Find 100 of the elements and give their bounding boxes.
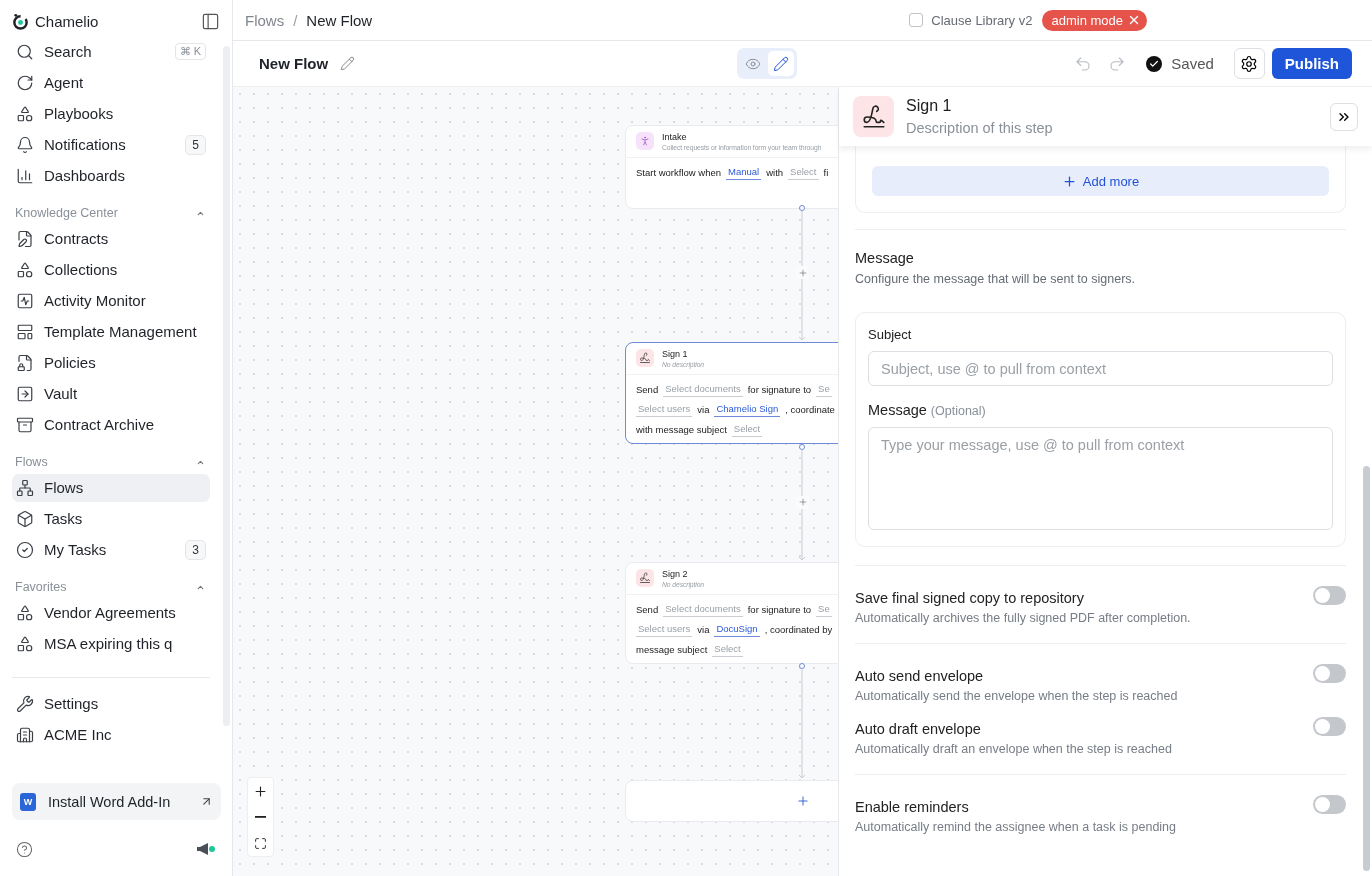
plus-icon	[253, 783, 268, 799]
sidebar-item[interactable]: Template Management	[12, 317, 210, 346]
setting-description: Automatically remind the assignee when a task is pending	[855, 820, 1176, 834]
edit-mode-button[interactable]	[768, 51, 795, 76]
setting-description: Automatically archives the fully signed PDF after completion.	[855, 611, 1191, 625]
step-text: fi	[823, 167, 829, 178]
close-icon[interactable]	[1127, 13, 1141, 27]
signature-icon	[636, 569, 654, 587]
step-text: for signature to	[747, 604, 812, 615]
install-addin-button[interactable]: W Install Word Add-In	[12, 783, 221, 820]
publish-button[interactable]: Publish	[1271, 48, 1352, 79]
scrollbar[interactable]	[1363, 466, 1370, 871]
bell-icon	[16, 135, 34, 154]
sidebar-item[interactable]: Settings	[12, 689, 210, 718]
brand-name: Chamelio	[35, 12, 99, 30]
sidebar-item[interactable]: Tasks	[12, 504, 210, 533]
select-field[interactable]: DocuSign	[714, 622, 760, 637]
settings-button[interactable]	[1233, 48, 1265, 79]
breadcrumb-separator: /	[293, 11, 298, 29]
step-text: Send	[636, 604, 659, 615]
toggle-switch[interactable]	[1313, 664, 1346, 683]
setting-label: Auto draft envelope	[855, 721, 982, 737]
add-more-button[interactable]: Add more	[872, 166, 1329, 196]
section-title: Favorites	[15, 580, 67, 594]
sidebar-toggle-icon[interactable]	[201, 11, 220, 31]
admin-mode-badge: admin mode	[1042, 9, 1147, 31]
sidebar-item[interactable]: Agent	[12, 68, 210, 97]
breadcrumb-link[interactable]: New Flow	[306, 11, 373, 29]
section-description: Configure the message that will be sent to signers.	[855, 272, 1136, 286]
toggle-switch[interactable]	[1313, 586, 1346, 605]
select-field[interactable]: Manual	[726, 165, 762, 180]
arrow-box-icon	[16, 384, 34, 403]
section-title: Knowledge Center	[15, 206, 118, 220]
document-lock-icon	[16, 353, 34, 372]
edit-icon[interactable]	[340, 56, 356, 71]
collapse-panel-button[interactable]	[1330, 102, 1358, 131]
step-title: Sign 1	[662, 349, 689, 359]
chart-icon	[16, 166, 34, 185]
step-text: , coordinated by	[764, 624, 833, 635]
megaphone-icon[interactable]	[196, 842, 216, 856]
sidebar-item[interactable]: Notifications 5	[12, 130, 210, 159]
document-pen-icon	[16, 229, 34, 248]
step-text: Send	[636, 384, 659, 395]
plus-icon	[1061, 173, 1077, 189]
sidebar-item[interactable]: Vault	[12, 379, 210, 408]
step-title: Sign 2	[662, 569, 689, 579]
field-label: Message	[868, 402, 927, 418]
plus-icon	[796, 794, 810, 808]
plus-icon	[797, 497, 808, 507]
sidebar-item[interactable]: Vendor Agreements	[12, 598, 210, 627]
sidebar-item[interactable]: Policies	[12, 348, 210, 377]
step-text: message subject	[636, 644, 708, 655]
setting-description: Automatically send the envelope when the step is reached	[855, 689, 1178, 703]
setting-label: Enable reminders	[855, 799, 970, 815]
step-title: Sign 1	[906, 96, 953, 115]
sidebar-item[interactable]: Contracts	[12, 224, 210, 253]
pencil-icon	[773, 55, 790, 72]
message-field[interactable]: Type your message, use @ to pull from context	[868, 427, 1333, 530]
subject-field[interactable]: Subject, use @ to pull from context	[868, 351, 1333, 386]
checkbox[interactable]	[909, 13, 924, 27]
shapes-icon	[16, 260, 34, 279]
count-badge: 5	[185, 134, 206, 155]
field-label: Subject	[868, 327, 913, 342]
step-text: with message subject	[636, 424, 727, 435]
sidebar-item[interactable]: My Tasks 3	[12, 535, 210, 564]
sidebar-item[interactable]: Dashboards	[12, 161, 210, 190]
checkbox-label: Clause Library v2	[931, 12, 1033, 28]
step-title: Intake	[662, 132, 688, 142]
sidebar-item[interactable]: ACME Inc	[12, 720, 210, 749]
step-text: with	[766, 167, 784, 178]
setting-description: Automatically draft an envelope when the step is reached	[855, 742, 1172, 756]
step-text: via	[697, 624, 710, 635]
optional-hint: (Optional)	[930, 404, 986, 418]
check-icon	[1146, 55, 1163, 72]
signature-icon	[853, 96, 894, 137]
archive-icon	[16, 415, 34, 434]
network-icon	[16, 478, 34, 497]
sidebar-item[interactable]: Flows	[12, 473, 210, 502]
minus-icon	[255, 816, 266, 818]
help-icon[interactable]	[16, 840, 33, 858]
building-icon	[16, 725, 34, 744]
layout-icon	[16, 322, 34, 341]
shapes-icon	[16, 104, 34, 123]
breadcrumb-link[interactable]: Flows	[245, 11, 285, 29]
undo-icon	[1074, 54, 1093, 73]
select-field[interactable]: Chamelio Sign	[714, 402, 781, 417]
toggle-switch[interactable]	[1313, 717, 1346, 736]
check-circle-icon	[16, 540, 34, 559]
expand-icon	[254, 836, 267, 850]
sidebar-item[interactable]: Playbooks	[12, 99, 210, 128]
sidebar-item[interactable]: MSA expiring this q	[12, 629, 210, 658]
step-text: via	[697, 404, 710, 415]
signature-icon	[636, 349, 654, 367]
search-icon	[16, 42, 34, 61]
toggle-switch[interactable]	[1313, 795, 1346, 814]
sidebar-item[interactable]: Search ⌘ K	[12, 37, 210, 66]
sidebar-item[interactable]: Contract Archive	[12, 410, 210, 439]
sidebar-item[interactable]: Collections	[12, 255, 210, 284]
sidebar-item[interactable]: Activity Monitor	[12, 286, 210, 315]
plus-icon	[797, 267, 808, 278]
